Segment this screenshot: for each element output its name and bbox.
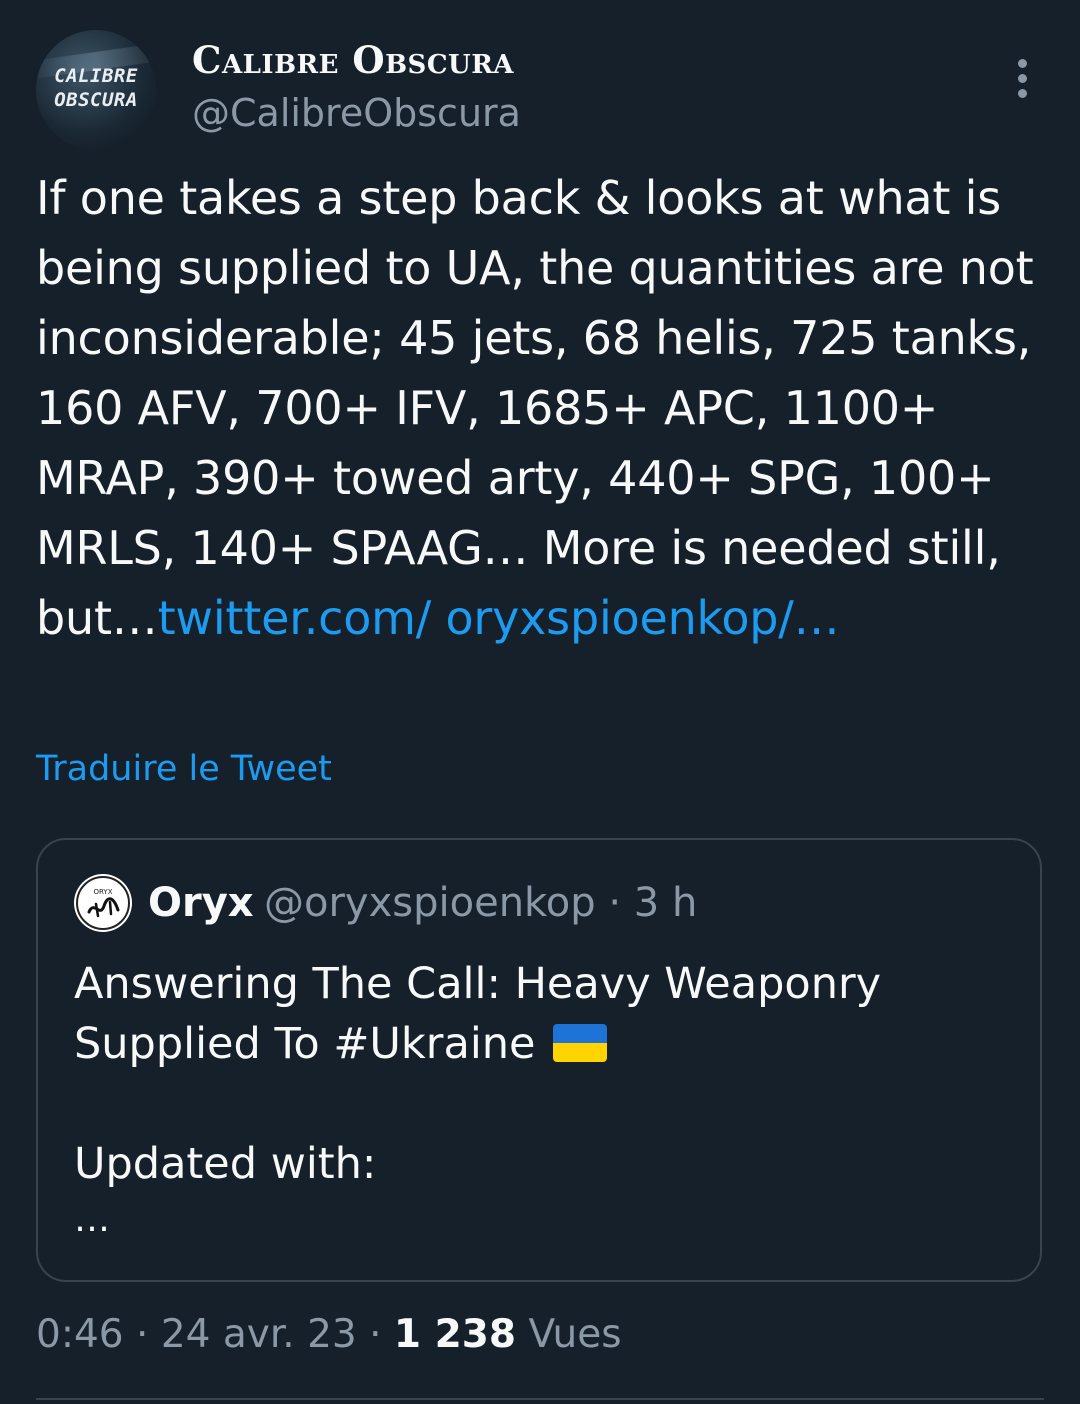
- views-label: Vues: [528, 1312, 622, 1357]
- quote-text-line1: Answering The Call: Heavy Weaponry Suppl…: [74, 954, 1004, 1074]
- avatar-logo-line2: OBSCURA: [54, 89, 138, 111]
- avatar-logo-line1: CALIBRE: [54, 65, 138, 87]
- quote-time[interactable]: 3 h: [634, 880, 698, 926]
- tweet-link[interactable]: twitter.com/ oryxspioenkop/…: [158, 591, 840, 645]
- oryx-logo-text: ORYX: [94, 888, 113, 896]
- quote-text: Answering The Call: Heavy Weaponry Suppl…: [74, 954, 1004, 1194]
- quote-author-avatar[interactable]: ORYX: [74, 874, 132, 932]
- tweet-header: CALIBRE OBSCURA Calibre Obscura @Calibre…: [36, 30, 1044, 150]
- tweet-meta: 0:46 · 24 avr. 23 · 1 238 Vues: [36, 1310, 622, 1360]
- author-handle[interactable]: @CalibreObscura: [192, 90, 521, 136]
- quote-author-handle[interactable]: @oryxspioenkop: [264, 880, 596, 926]
- meta-separator: ·: [369, 1312, 382, 1357]
- avatar-logo: CALIBRE OBSCURA: [36, 64, 156, 112]
- views-count: 1 238: [393, 1312, 517, 1357]
- quote-separator: ·: [608, 880, 622, 926]
- quote-ellipsis: …: [74, 1199, 110, 1240]
- ukraine-flag-icon: [553, 1024, 608, 1062]
- more-options-button[interactable]: [1000, 56, 1044, 100]
- tweet-time[interactable]: 0:46: [36, 1312, 124, 1357]
- author-avatar[interactable]: CALIBRE OBSCURA: [36, 30, 156, 150]
- divider: [36, 1398, 1044, 1400]
- quote-headline: Answering The Call: Heavy Weaponry Suppl…: [74, 959, 882, 1069]
- more-dot-icon: [1017, 88, 1027, 98]
- author-display-name[interactable]: Calibre Obscura: [192, 38, 514, 82]
- quoted-tweet-card[interactable]: ORYX Oryx @oryxspioenkop · 3 h Answering…: [36, 838, 1042, 1282]
- translate-tweet-link[interactable]: Traduire le Tweet: [36, 746, 332, 792]
- quote-author-name[interactable]: Oryx: [148, 878, 254, 928]
- oryx-logo-icon: ORYX: [76, 876, 130, 930]
- meta-separator: ·: [136, 1312, 149, 1357]
- quote-text-line2: Updated with:: [74, 1139, 377, 1189]
- tweet-body: If one takes a step back & looks at what…: [36, 163, 1046, 653]
- tweet-date[interactable]: 24 avr. 23: [161, 1312, 357, 1357]
- tweet-text: If one takes a step back & looks at what…: [36, 171, 1034, 645]
- quote-author-meta: @oryxspioenkop · 3 h: [264, 878, 697, 928]
- more-dot-icon: [1017, 73, 1027, 83]
- more-dot-icon: [1017, 58, 1027, 68]
